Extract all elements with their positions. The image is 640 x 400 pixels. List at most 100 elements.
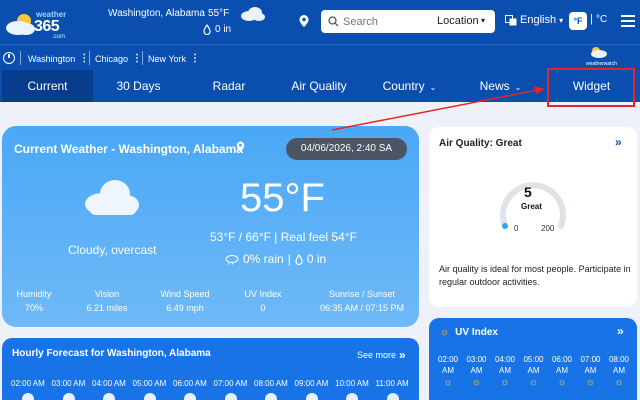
uv-hour-time: 03:00 [466, 355, 487, 364]
uv-hour-time: 06:00 [551, 355, 573, 364]
location-pin-icon[interactable] [298, 14, 310, 28]
uv-index-title: UV Index [455, 327, 498, 338]
header-location[interactable]: Washington, Alabama [108, 8, 205, 19]
chevron-down-icon: ▾ [559, 15, 564, 25]
hourly-time: 05:00 AM [132, 379, 167, 388]
uv-more-icon[interactable]: » [617, 324, 624, 338]
cloud-icon [143, 393, 156, 400]
uv-hour-column: 05:00 AM ☼ [520, 355, 548, 388]
cloud-icon [305, 393, 318, 400]
stat-value: 0 [260, 303, 266, 313]
partner-logo[interactable]: weatherwatch [586, 45, 617, 67]
current-weather-card: Current Weather - Washington, Alabama 04… [2, 126, 419, 327]
uv-hour-suffix: AM [584, 366, 597, 375]
uv-index-card: ☼ UV Index » 02:00 AM ☼ 03:00 AM ☼ 04:00 AM ☼ 05:… [429, 318, 637, 400]
stat-label: UV Index [244, 289, 282, 299]
logo-text-sub: .com [52, 34, 66, 40]
cloud-icon [62, 393, 75, 400]
hourly-time: 10:00 AM [335, 379, 369, 388]
rain-cloud-icon [225, 254, 239, 265]
air-quality-word: Great [521, 202, 542, 211]
uv-hour-time: 07:00 [580, 355, 601, 364]
uv-hour-column: 03:00 AM ☼ [463, 355, 491, 388]
menu-icon[interactable] [621, 15, 635, 27]
air-quality-more-icon[interactable]: » [615, 135, 622, 149]
tab-air-quality[interactable]: Air Quality [274, 70, 364, 102]
saved-locations-bar: Washington ⋮ Chicago ⋮ New York ⋮ weathe… [0, 44, 640, 70]
raindrop-icon [295, 253, 303, 265]
uv-hour-time: 04:00 [494, 355, 516, 364]
divider [142, 51, 143, 65]
uv-hour-column: 08:00 AM ☼ [605, 355, 633, 388]
rain-info: 0% rain | 0 in [225, 252, 326, 266]
temperature-range: 53°F / 66°F | Real feel 54°F [210, 230, 357, 244]
tab-30-days[interactable]: 30 Days [93, 70, 184, 102]
location-select[interactable]: Location [437, 15, 479, 27]
translate-icon [505, 14, 517, 25]
chevron-down-icon: ⌄ [429, 83, 437, 92]
tab-label: Radar [212, 79, 246, 93]
hourly-time: 03:00 AM [51, 379, 86, 388]
saved-location-label: Chicago [95, 53, 129, 64]
uv-hour-suffix: AM [470, 366, 483, 375]
tab-current[interactable]: Current [2, 70, 93, 102]
current-datetime: 04/06/2026, 2:40 SA [286, 138, 407, 160]
current-weather-title: Current Weather - Washington, Alabama [14, 142, 243, 156]
uv-index-header: ☼ UV Index [440, 327, 498, 338]
see-more-label: See more [357, 350, 397, 360]
hourly-time: 11:00 AM [375, 379, 409, 388]
stat-label: Humidity [16, 289, 52, 299]
tab-label: 30 Days [116, 79, 161, 93]
uv-hour-column: 07:00 AM ☼ [577, 355, 605, 388]
more-options-icon[interactable]: ⋮ [132, 53, 142, 64]
uv-hour-suffix: AM [613, 366, 625, 375]
unit-separator: | [590, 13, 593, 25]
search-icon [328, 16, 339, 27]
saved-location-washington[interactable]: Washington ⋮ [28, 53, 89, 64]
stat-label: Sunrise / Sunset [328, 289, 396, 299]
location-pin-icon [236, 141, 245, 152]
gauge-max: 200 [541, 224, 555, 233]
sun-icon: ☼ [614, 377, 624, 388]
cloud-icon [386, 393, 399, 400]
partner-cloud-icon [591, 47, 607, 58]
site-logo[interactable]: weather 365 .com [4, 6, 66, 40]
uv-hour-time: 02:00 [437, 355, 459, 364]
cloud-icon [241, 7, 265, 21]
stat-uv-index: UV Index 0 [240, 289, 286, 313]
more-options-icon[interactable]: ⋮ [190, 53, 200, 64]
tab-country[interactable]: Country ⌄ [364, 70, 455, 102]
see-more-link[interactable]: See more » [357, 348, 406, 362]
gauge-marker [502, 223, 508, 229]
search-input[interactable] [343, 13, 433, 30]
cloud-icon [224, 393, 237, 400]
logo-cloud-icon [6, 14, 35, 35]
stat-value: 6.21 miles [86, 303, 128, 313]
saved-location-new-york[interactable]: New York ⋮ [148, 53, 200, 64]
air-quality-card: Air Quality: Great » 5 Great 0 200 Air q… [429, 127, 637, 307]
stat-vision: Vision 6.21 miles [82, 289, 132, 313]
tab-news[interactable]: News ⌄ [455, 70, 546, 102]
sun-icon: ☼ [443, 377, 453, 388]
language-selector[interactable]: English ▾ [505, 14, 563, 26]
unit-fahrenheit-button[interactable]: °F [569, 12, 587, 30]
chevron-right-icon: » [399, 348, 406, 362]
gauge-min: 0 [514, 224, 519, 233]
saved-location-chicago[interactable]: Chicago ⋮ [95, 53, 142, 64]
rain-chance: 0% rain [243, 252, 284, 266]
more-options-icon[interactable]: ⋮ [79, 53, 89, 64]
uv-hour-time: 05:00 [523, 355, 544, 364]
tab-radar[interactable]: Radar [184, 70, 274, 102]
uv-hour-suffix: AM [556, 366, 568, 375]
sun-icon: ☼ [528, 377, 539, 388]
cloud-icon [22, 393, 34, 400]
top-header: weather 365 .com Washington, Alabama 55°… [0, 0, 640, 44]
clock-icon[interactable] [3, 52, 15, 64]
header-temperature: 55°F [208, 8, 230, 19]
tab-label: Country [382, 79, 425, 93]
hourly-forecast-title: Hourly Forecast for Washington, Alabama [12, 348, 211, 359]
unit-celsius-button[interactable]: °C [596, 14, 607, 25]
raindrop-icon [203, 24, 211, 35]
stat-humidity: Humidity 70% [14, 289, 54, 313]
tab-label: News [479, 79, 510, 93]
